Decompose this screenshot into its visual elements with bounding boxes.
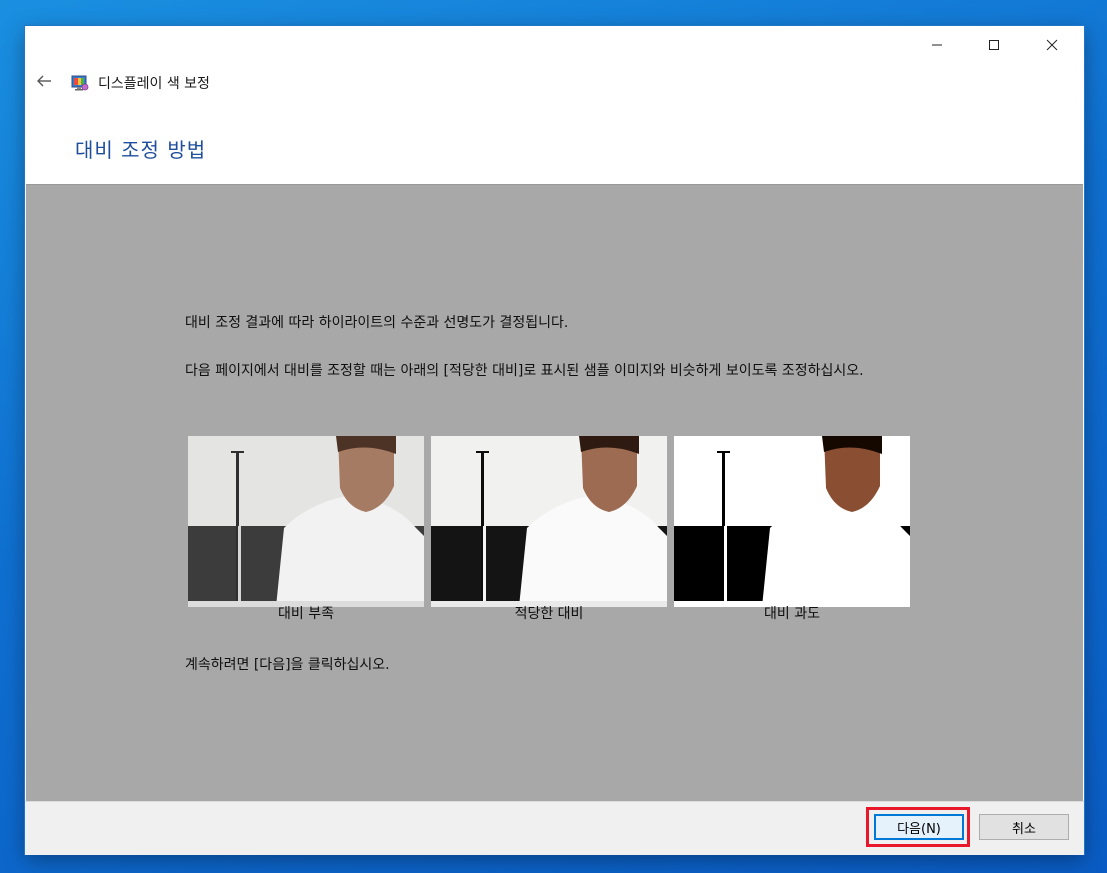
cancel-button[interactable]: 취소 xyxy=(979,814,1069,840)
maximize-icon xyxy=(989,40,999,50)
calibration-window: 디스플레이 색 보정 대비 조정 방법 대비 조정 결과에 따라 하이라이트의 … xyxy=(25,26,1084,855)
close-icon xyxy=(1046,39,1058,51)
sample-image-correct-contrast xyxy=(431,436,667,607)
sample-caption-correct-contrast: 적당한 대비 xyxy=(514,606,584,622)
sample-caption-low-contrast: 대비 부족 xyxy=(278,606,334,622)
continue-instruction-text: 계속하려면 [다음]을 클릭하십시오. xyxy=(185,657,390,673)
footer-bar: 다음(N) 취소 xyxy=(25,801,1084,855)
sample-caption-high-contrast: 대비 과도 xyxy=(764,606,820,622)
instruction-text: 다음 페이지에서 대비를 조정할 때는 아래의 [적당한 대비]로 표시된 샘플… xyxy=(185,363,864,379)
page-heading: 대비 조정 방법 xyxy=(75,138,207,162)
close-button[interactable] xyxy=(1029,26,1075,64)
minimize-icon xyxy=(932,44,942,46)
back-arrow-icon xyxy=(37,75,51,87)
back-button[interactable] xyxy=(33,70,55,92)
display-color-calibration-icon xyxy=(71,75,89,91)
sample-image-low-contrast xyxy=(188,436,424,607)
maximize-button[interactable] xyxy=(971,26,1017,64)
minimize-button[interactable] xyxy=(914,26,960,64)
intro-text: 대비 조정 결과에 따라 하이라이트의 수준과 선명도가 결정됩니다. xyxy=(185,315,569,331)
content-area: 대비 조정 결과에 따라 하이라이트의 수준과 선명도가 결정됩니다. 다음 페… xyxy=(26,184,1083,802)
sample-image-high-contrast xyxy=(674,436,910,607)
next-button[interactable]: 다음(N) xyxy=(874,814,964,840)
window-title: 디스플레이 색 보정 xyxy=(98,76,210,92)
title-row: 디스플레이 색 보정 xyxy=(25,64,1084,100)
